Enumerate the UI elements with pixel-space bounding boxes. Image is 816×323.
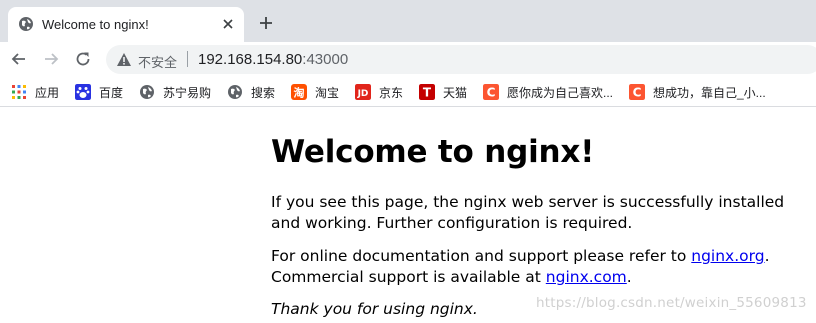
bookmark-label: 搜索 bbox=[251, 85, 276, 100]
intro-paragraph: If you see this page, the nginx web serv… bbox=[271, 193, 785, 232]
new-tab-icon[interactable] bbox=[258, 15, 274, 31]
jd-icon: JD bbox=[355, 84, 371, 100]
bookmark-label: 苏宁易购 bbox=[163, 85, 212, 100]
tab-strip: Welcome to nginx! bbox=[0, 0, 816, 42]
forward-arrow-icon[interactable] bbox=[42, 50, 60, 68]
address-bar[interactable]: 不安全 192.168.154.80:43000 bbox=[106, 45, 816, 74]
bookmark-label: 百度 bbox=[99, 85, 124, 100]
bookmark-label: 京东 bbox=[379, 85, 404, 100]
close-icon[interactable] bbox=[220, 16, 236, 32]
url-text[interactable]: 192.168.154.80:43000 bbox=[198, 51, 348, 68]
docs-text-after: . bbox=[626, 268, 632, 286]
security-label[interactable]: 不安全 bbox=[138, 52, 177, 71]
watermark-text: https://blog.csdn.net/weixin_55609813 bbox=[536, 295, 807, 311]
warning-icon[interactable] bbox=[116, 52, 132, 67]
bookmark-label: 应用 bbox=[35, 85, 60, 100]
bookmark-search[interactable]: 搜索 bbox=[227, 83, 275, 101]
bookmark-label: 愿你成为自己喜欢... bbox=[507, 85, 614, 100]
bookmark-label: 天猫 bbox=[443, 85, 468, 100]
bookmark-tmall[interactable]: T 天猫 bbox=[419, 83, 467, 101]
globe-icon bbox=[19, 17, 33, 31]
nginx-com-link[interactable]: nginx.com bbox=[546, 268, 627, 286]
tab-active[interactable]: Welcome to nginx! bbox=[8, 7, 244, 42]
apps-grid-icon bbox=[12, 85, 26, 99]
tmall-icon: T bbox=[419, 84, 435, 100]
svg-text:淘: 淘 bbox=[294, 86, 305, 100]
svg-text:T: T bbox=[423, 86, 432, 100]
bookmark-suning[interactable]: 苏宁易购 bbox=[139, 83, 211, 101]
globe-icon bbox=[140, 85, 154, 99]
docs-text-before: For online documentation and support ple… bbox=[271, 247, 692, 265]
reload-icon[interactable] bbox=[74, 50, 92, 68]
svg-text:C: C bbox=[633, 86, 642, 100]
tab-title: Welcome to nginx! bbox=[42, 17, 149, 32]
docs-paragraph: For online documentation and support ple… bbox=[271, 246, 791, 288]
url-divider bbox=[187, 51, 188, 67]
taobao-icon: 淘 bbox=[291, 84, 307, 100]
bookmark-label: 淘宝 bbox=[315, 85, 340, 100]
nginx-org-link[interactable]: nginx.org bbox=[691, 247, 764, 265]
svg-text:C: C bbox=[487, 86, 496, 100]
bookmark-csdn-1[interactable]: C 愿你成为自己喜欢... bbox=[483, 83, 613, 101]
csdn-icon: C bbox=[483, 84, 499, 100]
url-port: :43000 bbox=[302, 51, 349, 68]
toolbar: 不安全 192.168.154.80:43000 bbox=[0, 42, 816, 77]
bookmark-csdn-2[interactable]: C 想成功，靠自己_小... bbox=[629, 83, 766, 101]
bookmark-jd[interactable]: JD 京东 bbox=[355, 83, 403, 101]
bookmarks-bar: 应用 百度 苏宁易购 搜索 淘 淘宝 JD 京东 T 天猫 C 愿你成为自己喜欢… bbox=[0, 77, 816, 107]
bookmark-baidu[interactable]: 百度 bbox=[75, 83, 123, 101]
baidu-icon bbox=[75, 84, 91, 100]
globe-icon bbox=[228, 85, 242, 99]
bookmark-label: 想成功，靠自己_小... bbox=[653, 85, 766, 100]
page-heading: Welcome to nginx! bbox=[271, 134, 595, 170]
bookmark-apps[interactable]: 应用 bbox=[11, 83, 59, 101]
commercial-text: Commercial support is available at bbox=[271, 268, 546, 286]
url-host: 192.168.154.80 bbox=[198, 51, 303, 68]
bookmark-taobao[interactable]: 淘 淘宝 bbox=[291, 83, 339, 101]
svg-text:JD: JD bbox=[357, 89, 369, 99]
back-arrow-icon[interactable] bbox=[10, 50, 28, 68]
csdn-icon: C bbox=[629, 84, 645, 100]
